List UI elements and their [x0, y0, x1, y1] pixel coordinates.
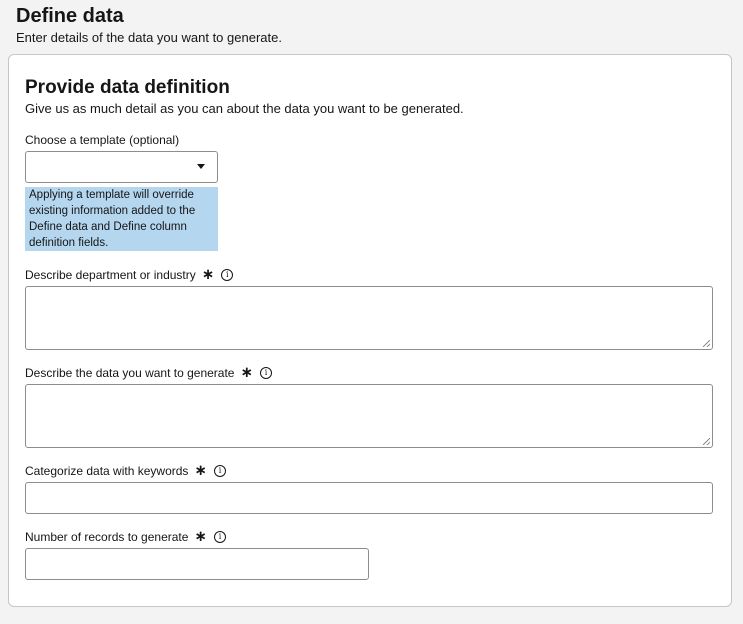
card-subtitle: Give us as much detail as you can about … [25, 101, 464, 116]
records-label: Number of records to generate ∗ i [25, 528, 226, 545]
template-label: Choose a template (optional) [25, 133, 179, 147]
info-icon[interactable]: i [221, 269, 234, 281]
template-select[interactable] [25, 151, 218, 183]
department-label: Describe department or industry ∗ i [25, 266, 234, 283]
keywords-label-text: Categorize data with keywords [25, 464, 189, 478]
keywords-input[interactable] [25, 482, 713, 514]
data-description-label: Describe the data you want to generate ∗… [25, 364, 273, 381]
keywords-label: Categorize data with keywords ∗ i [25, 462, 226, 479]
data-definition-card: Provide data definition Give us as much … [8, 54, 732, 607]
info-icon[interactable]: i [214, 465, 226, 477]
template-label-text: Choose a template (optional) [25, 133, 180, 147]
template-notice: Applying a template will override existi… [25, 187, 218, 251]
data-description-textarea[interactable] [25, 384, 713, 448]
department-textarea[interactable] [25, 286, 713, 350]
department-label-text: Describe department or industry [25, 268, 196, 282]
required-asterisk-icon: ∗ [240, 364, 254, 381]
resize-grip-icon[interactable] [703, 340, 710, 347]
info-icon[interactable]: i [214, 531, 226, 543]
caret-down-icon [197, 164, 205, 169]
required-asterisk-icon: ∗ [194, 528, 207, 545]
data-description-label-text: Describe the data you want to generate [25, 366, 235, 380]
records-input[interactable] [25, 548, 369, 580]
info-icon[interactable]: i [260, 367, 273, 379]
page-header: Define data Enter details of the data yo… [16, 4, 282, 46]
page-title: Define data [16, 5, 124, 27]
records-label-text: Number of records to generate [25, 530, 189, 544]
resize-grip-icon[interactable] [703, 438, 710, 445]
required-asterisk-icon: ∗ [194, 462, 207, 479]
card-title: Provide data definition [25, 77, 230, 98]
required-asterisk-icon: ∗ [201, 266, 215, 283]
page-subtitle: Enter details of the data you want to ge… [16, 30, 282, 45]
